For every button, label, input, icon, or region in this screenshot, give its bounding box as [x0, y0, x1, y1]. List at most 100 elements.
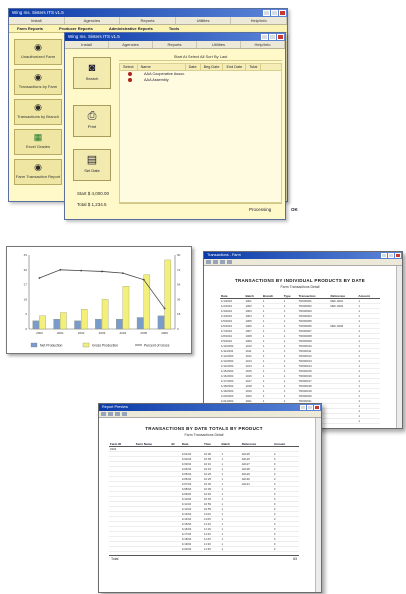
close-button[interactable]: [314, 404, 320, 410]
x-tick-label: 2005: [140, 331, 147, 335]
bar: [143, 274, 151, 330]
vertical-scrollbar[interactable]: [315, 418, 321, 592]
menu-item[interactable]: Reports: [120, 17, 176, 24]
column-header[interactable]: Name: [138, 64, 186, 70]
maximize-button[interactable]: [388, 252, 394, 258]
farm-selection-titlebar[interactable]: Wing Ins. Sisters ITS v1.5: [65, 33, 285, 41]
first-page-icon[interactable]: [206, 260, 211, 264]
y-tick-label: 27: [24, 283, 28, 287]
menu-item[interactable]: Reports: [153, 41, 197, 48]
next-page-icon[interactable]: [115, 412, 120, 416]
button-label: Transactions by Branch: [17, 114, 59, 119]
report-titlebar[interactable]: Transactions - Farm: [204, 252, 402, 259]
window-controls: [300, 404, 320, 410]
minimize-button[interactable]: [381, 252, 387, 258]
menu-item[interactable]: Install: [65, 41, 109, 48]
x-tick-label: 2000: [36, 331, 43, 335]
farm-list[interactable]: Select Name Date Beg Date End Date Total…: [119, 63, 282, 203]
farm-transaction-report-button[interactable]: ◉ Farm Transaction Report: [14, 159, 62, 185]
main-window-titlebar[interactable]: Wing Ins. Sisters ITS v1.5: [9, 9, 287, 17]
y-tick-label: 18: [24, 297, 28, 301]
bar: [60, 312, 67, 330]
production-chart: 0 0 9 18 18 36 27 54 36 72 45 90 2000 2001 2002 2003 200…: [6, 246, 192, 354]
start-value: $ 4,000.00: [87, 191, 110, 196]
y2-tick-label: 90: [177, 253, 181, 257]
bar: [95, 318, 102, 330]
section-tab[interactable]: Tools: [161, 25, 187, 32]
column-header[interactable]: Beg Date: [201, 64, 224, 70]
report-page: TRANSACTIONS BY DATE TOTALS BY PRODUCT F…: [109, 426, 299, 590]
close-button[interactable]: [395, 252, 401, 258]
menu-item[interactable]: Help/Info: [241, 41, 285, 48]
y2-tick-label: 0: [177, 327, 179, 331]
transactions-by-farm-button[interactable]: ◉ Transactions by Farm: [14, 69, 62, 95]
column-header[interactable]: Date: [186, 64, 201, 70]
menu-item[interactable]: Utilities: [197, 41, 241, 48]
spreadsheet-icon: ▦: [33, 132, 43, 142]
button-label: Search: [85, 76, 99, 81]
start-label: Start: [77, 191, 87, 196]
camera-icon: ◙: [88, 62, 96, 74]
close-button[interactable]: [277, 34, 284, 40]
excel-grades-button[interactable]: ▦ Excel Grades: [14, 129, 62, 155]
column-header[interactable]: End Date: [223, 64, 247, 70]
column-header[interactable]: Select: [120, 64, 138, 70]
print-icon[interactable]: [227, 260, 232, 264]
section-tab[interactable]: Administrative Reports: [101, 25, 161, 32]
x-tick-label: 2001: [57, 331, 64, 335]
bar: [116, 318, 123, 330]
y2-tick-label: 54: [177, 283, 181, 287]
table-cell: [109, 546, 135, 552]
list-toolbar[interactable]: Start At Select All Sort By Last: [119, 52, 282, 61]
unauthorized-farm-button[interactable]: ◉ Unauthorized Farm: [14, 39, 62, 65]
total-value: $ 1,234.5: [87, 202, 107, 207]
prev-page-icon[interactable]: [108, 412, 113, 416]
line-point: [38, 277, 41, 279]
bar: [164, 259, 171, 330]
bar: [53, 318, 60, 330]
disk-icon: ◉: [34, 102, 42, 112]
menu-item[interactable]: Agencies: [65, 17, 121, 24]
button-label: Transactions by Farm: [18, 84, 58, 89]
legend-label: Gross Production: [92, 344, 118, 348]
set-date-button[interactable]: ▤ Set Date: [73, 149, 111, 181]
search-button[interactable]: ◙ Search: [73, 57, 111, 89]
menu-item[interactable]: Install: [9, 17, 65, 24]
close-button[interactable]: [279, 10, 286, 16]
list-header: Select Name Date Beg Date End Date Total: [120, 64, 281, 71]
first-page-icon[interactable]: [101, 412, 106, 416]
menu-item[interactable]: Utilities: [176, 17, 232, 24]
transactions-by-branch-button[interactable]: ◉ Transactions by Branch: [14, 99, 62, 125]
vertical-scrollbar[interactable]: [396, 266, 402, 428]
minimize-button[interactable]: [261, 34, 268, 40]
menu-bar: Install Agencies Reports Utilities Help/…: [9, 17, 287, 25]
section-tab[interactable]: Producer Reports: [51, 25, 101, 32]
minimize-button[interactable]: [300, 404, 306, 410]
button-label: Unauthorized Farm: [20, 54, 56, 59]
list-item-label: AAA Cooperative Assoc.: [144, 72, 186, 76]
report-title: TRANSACTIONS BY INDIVIDUAL PRODUCTS BY D…: [234, 278, 366, 283]
print-button[interactable]: ⎙ Print: [73, 105, 111, 137]
chart-canvas: 0 0 9 18 18 36 27 54 36 72 45 90 2000 2001 2002 2003 200…: [24, 253, 181, 348]
legend-swatch: [82, 342, 90, 348]
status-message: Processing: [249, 207, 272, 212]
maximize-button[interactable]: [269, 34, 276, 40]
y2-tick-label: 72: [177, 268, 181, 272]
line-point: [80, 269, 83, 272]
menu-item[interactable]: Help/Info: [231, 17, 287, 24]
minimize-button[interactable]: [263, 10, 270, 16]
column-header[interactable]: Total: [246, 64, 262, 70]
next-page-icon[interactable]: [220, 260, 225, 264]
ok-button[interactable]: OK: [291, 204, 298, 216]
list-item[interactable]: AAA Assembly: [120, 77, 281, 83]
menu-item[interactable]: Agencies: [109, 41, 153, 48]
menu-bar: Install Agencies Reports Utilities Help/…: [65, 41, 285, 49]
report-titlebar[interactable]: Report Preview: [99, 404, 321, 411]
maximize-button[interactable]: [271, 10, 278, 16]
y-tick-label: 36: [24, 268, 28, 272]
prev-page-icon[interactable]: [213, 260, 218, 264]
print-icon[interactable]: [122, 412, 127, 416]
line-point: [163, 307, 166, 310]
section-tab[interactable]: Farm Reports: [9, 25, 51, 32]
maximize-button[interactable]: [307, 404, 313, 410]
